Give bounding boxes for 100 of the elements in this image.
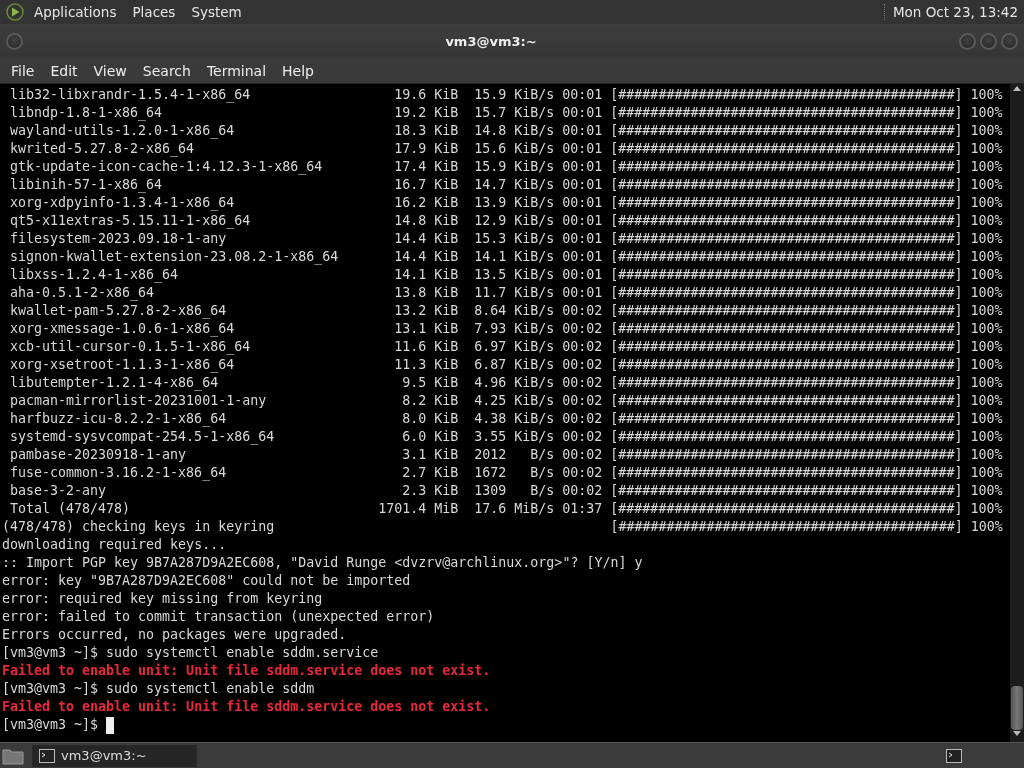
- file-size: 13.1 KiB: [393, 320, 459, 338]
- percent-text: 100%: [970, 302, 1003, 320]
- package-name: libinih-57-1-x86_64: [10, 176, 164, 194]
- hash-marks-text: [##########################################]: [610, 86, 963, 104]
- transfer-rate: 1672 B/s: [474, 464, 555, 482]
- percent-text: 100%: [970, 428, 1003, 446]
- menu-item[interactable]: Search: [135, 62, 198, 79]
- terminal-line: [vm3@vm3 ~]$ sudo systemctl enable sddm: [2, 680, 315, 698]
- hash-marks-text: [##########################################]: [610, 356, 963, 374]
- elapsed-time: 00:01: [562, 284, 603, 302]
- window-menu-button[interactable]: [6, 32, 23, 50]
- file-size: 11.3 KiB: [393, 356, 459, 374]
- elapsed-time: 00:01: [562, 176, 603, 194]
- percent-text: 100%: [970, 104, 1003, 122]
- package-name: base-3-2-any: [10, 482, 108, 500]
- percent-text: 100%: [970, 266, 1003, 284]
- elapsed-time: 00:02: [562, 302, 603, 320]
- percent-text: 100%: [970, 464, 1003, 482]
- package-name: lib32-libxrandr-1.5.4-1-x86_64: [10, 86, 252, 104]
- transfer-rate: 14.1 KiB/s: [474, 248, 555, 266]
- elapsed-time: 00:01: [562, 158, 603, 176]
- package-name: fuse-common-3.16.2-1-x86_64: [10, 464, 228, 482]
- distro-logo-icon: [6, 3, 24, 21]
- menu-item[interactable]: Terminal: [199, 62, 274, 79]
- percent-text: 100%: [970, 500, 1003, 518]
- elapsed-time: 00:02: [562, 356, 603, 374]
- menu-item[interactable]: Help: [275, 62, 321, 79]
- hash-marks-text: [##########################################]: [610, 320, 963, 338]
- terminal-icon: [39, 748, 55, 763]
- elapsed-time: 00:01: [562, 212, 603, 230]
- scrollbar[interactable]: [1010, 84, 1024, 742]
- file-size: 3.1 KiB: [401, 446, 459, 464]
- package-name: xorg-xdpyinfo-1.3.4-1-x86_64: [10, 194, 236, 212]
- error-line: Failed to enable unit: Unit file sddm.service does not exist.: [2, 662, 491, 680]
- elapsed-time: 00:01: [562, 194, 603, 212]
- transfer-rate: 8.64 KiB/s: [474, 302, 555, 320]
- package-name: xorg-xsetroot-1.1.3-1-x86_64: [10, 356, 236, 374]
- transfer-rate: 11.7 KiB/s: [474, 284, 555, 302]
- percent-text: 100%: [970, 230, 1003, 248]
- file-size: 13.2 KiB: [393, 302, 459, 320]
- package-name: libutempter-1.2.1-4-x86_64: [10, 374, 220, 392]
- transfer-rate: 15.9 KiB/s: [474, 86, 555, 104]
- file-size: 13.8 KiB: [393, 284, 459, 302]
- hash-marks-text: [##########################################]: [610, 266, 963, 284]
- elapsed-time: 00:02: [562, 320, 603, 338]
- panel-menu[interactable]: Places: [126, 4, 182, 20]
- elapsed-time: 00:02: [562, 410, 603, 428]
- elapsed-time: 00:01: [562, 266, 603, 284]
- transfer-rate: 6.97 KiB/s: [474, 338, 555, 356]
- elapsed-time: 00:01: [562, 104, 603, 122]
- file-size: 14.4 KiB: [393, 248, 459, 266]
- elapsed-time: 00:02: [562, 446, 603, 464]
- hash-marks-text: [##########################################]: [610, 464, 963, 482]
- menu-item[interactable]: Edit: [43, 62, 85, 79]
- hash-marks-text: [##########################################]: [610, 230, 963, 248]
- close-button[interactable]: [1001, 32, 1018, 50]
- menu-item[interactable]: View: [86, 62, 134, 79]
- terminal-line: Errors occurred, no packages were upgraded.: [2, 626, 347, 644]
- file-size: 16.7 KiB: [393, 176, 459, 194]
- file-size: 6.0 KiB: [401, 428, 459, 446]
- hash-marks-text: [##########################################]: [610, 500, 963, 518]
- menu-item[interactable]: File: [4, 62, 42, 79]
- transfer-rate: 17.6 MiB/s: [474, 500, 555, 518]
- hash-marks-text: [##########################################]: [610, 248, 963, 266]
- percent-text: 100%: [970, 140, 1003, 158]
- package-name: xcb-util-cursor-0.1.5-1-x86_64: [10, 338, 252, 356]
- package-name: aha-0.5.1-2-x86_64: [10, 284, 156, 302]
- file-size: 1701.4 MiB: [378, 500, 459, 518]
- package-name: pambase-20230918-1-any: [10, 446, 188, 464]
- minimize-button[interactable]: [959, 32, 976, 50]
- file-size: 19.2 KiB: [393, 104, 459, 122]
- hash-marks-text: [##########################################]: [610, 410, 963, 428]
- elapsed-time: 00:01: [562, 140, 603, 158]
- terminal-line: [vm3@vm3 ~]$ sudo systemctl enable sddm.service: [2, 644, 379, 662]
- package-name: kwrited-5.27.8-2-x86_64: [10, 140, 196, 158]
- transfer-rate: 3.55 KiB/s: [474, 428, 555, 446]
- file-size: 2.7 KiB: [401, 464, 459, 482]
- elapsed-time: 00:01: [562, 122, 603, 140]
- scrollbar-thumb[interactable]: [1011, 686, 1023, 730]
- taskbar-window-button[interactable]: vm3@vm3:~: [32, 744, 197, 767]
- package-name: systemd-sysvcompat-254.5-1-x86_64: [10, 428, 276, 446]
- package-name: kwallet-pam-5.27.8-2-x86_64: [10, 302, 228, 320]
- panel-menu[interactable]: Applications: [28, 4, 123, 20]
- hash-marks-text: [##########################################]: [610, 518, 963, 536]
- package-name: qt5-x11extras-5.15.11-1-x86_64: [10, 212, 252, 230]
- transfer-rate: 4.96 KiB/s: [474, 374, 555, 392]
- hash-marks-text: [##########################################]: [610, 392, 963, 410]
- package-name: xorg-xmessage-1.0.6-1-x86_64: [10, 320, 236, 338]
- folder-icon[interactable]: [2, 746, 24, 765]
- transfer-rate: 4.25 KiB/s: [474, 392, 555, 410]
- percent-text: 100%: [970, 356, 1003, 374]
- maximize-button[interactable]: [980, 32, 997, 50]
- status-text: (478/478) checking keys in keyring: [2, 518, 276, 536]
- file-size: 8.0 KiB: [401, 410, 459, 428]
- clock[interactable]: Mon Oct 23, 13:42: [883, 4, 1018, 20]
- panel-menu[interactable]: System: [185, 4, 248, 20]
- file-size: 17.4 KiB: [393, 158, 459, 176]
- file-size: 14.8 KiB: [393, 212, 459, 230]
- transfer-rate: 13.5 KiB/s: [474, 266, 555, 284]
- percent-text: 100%: [970, 518, 1003, 536]
